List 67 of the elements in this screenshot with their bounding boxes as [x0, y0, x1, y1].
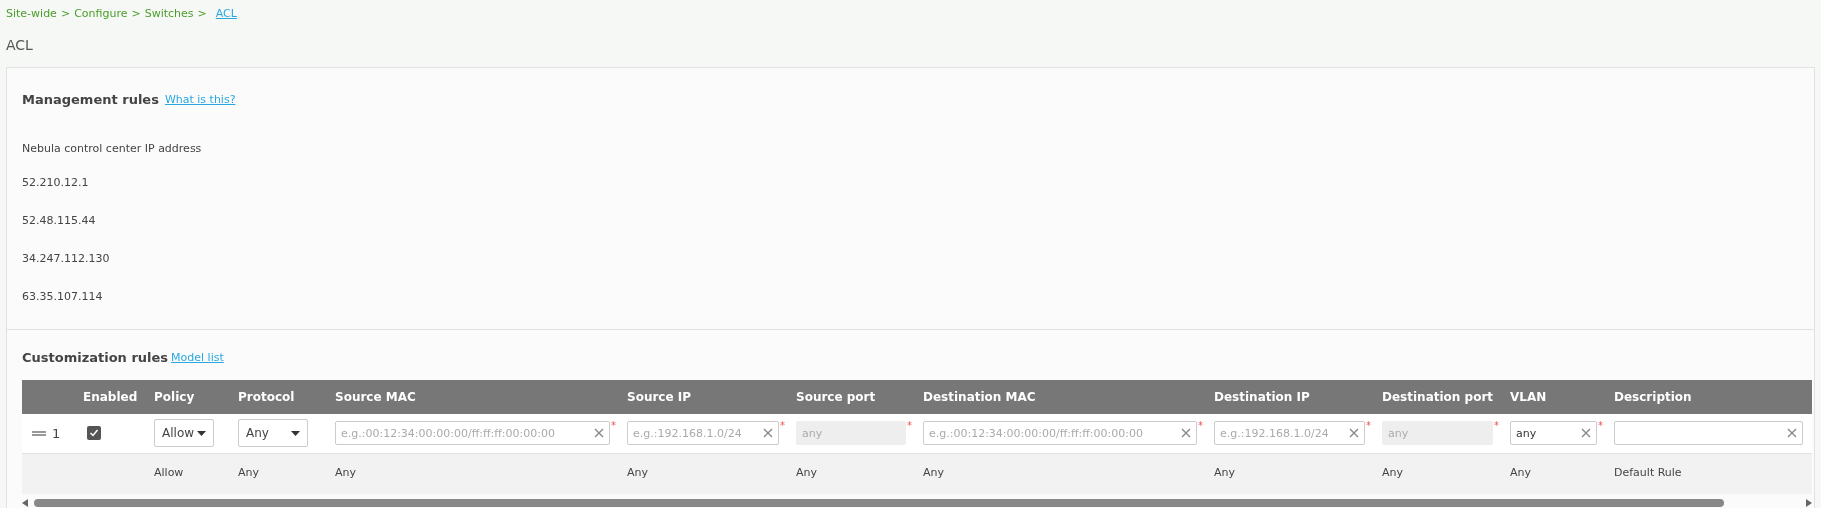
section-heading: Customization rules	[22, 349, 169, 367]
breadcrumb-item[interactable]: Configure	[74, 5, 128, 23]
table-cell-text: Any	[1213, 465, 1236, 482]
required-marker: *	[1598, 421, 1604, 431]
input-field[interactable]: e.g.:00:12:34:00:00:00/ff:ff:ff:00:00:00	[923, 421, 1197, 445]
clear-icon[interactable]	[1787, 428, 1797, 438]
column-header: Source IP	[626, 388, 693, 406]
column-header: Source port	[795, 388, 877, 406]
clear-icon[interactable]	[1349, 428, 1359, 438]
table-cell-text: Any	[626, 465, 649, 482]
clear-icon[interactable]	[1581, 428, 1591, 438]
required-marker: *	[1198, 421, 1204, 431]
table-cell-text: Any	[922, 465, 945, 482]
required-marker: *	[1366, 421, 1372, 431]
required-marker: *	[611, 421, 617, 431]
column-header: Destination port	[1381, 388, 1495, 406]
horizontal-scrollbar[interactable]	[34, 498, 1724, 507]
section-heading: Management rules	[22, 91, 159, 109]
table-cell-text: Any	[795, 465, 818, 482]
ip-address: 63.35.107.114	[22, 289, 104, 305]
input-field[interactable]: e.g.:00:12:34:00:00:00/ff:ff:ff:00:00:00	[335, 421, 610, 445]
drag-handle-icon[interactable]	[32, 430, 46, 436]
table-cell-text: Any	[1381, 465, 1404, 482]
breadcrumb-item[interactable]: Site-wide	[6, 5, 57, 23]
input-field[interactable]: e.g.:192.168.1.0/24	[627, 421, 779, 445]
caret-icon	[197, 430, 206, 436]
table-cell-text: Any	[1509, 465, 1532, 482]
field-label: Nebula control center IP address	[21, 140, 203, 157]
input-field[interactable]	[1614, 421, 1803, 445]
column-header: VLAN	[1509, 388, 1548, 406]
help-link[interactable]: What is this?	[164, 91, 236, 108]
table-cell-text: Allow	[153, 465, 185, 482]
caret-icon	[291, 430, 300, 436]
enabled-checkbox[interactable]	[87, 426, 101, 440]
table-cell-text: Any	[237, 465, 260, 482]
ip-address: 52.210.12.1	[22, 175, 90, 191]
required-marker: *	[1494, 421, 1500, 431]
column-header: Enabled	[82, 388, 139, 406]
column-header: Description	[1613, 388, 1693, 406]
model-list-link[interactable]: Model list	[171, 349, 224, 366]
required-marker: *	[780, 421, 786, 431]
page-title: ACL	[6, 36, 34, 54]
breadcrumb-link[interactable]: ACL	[215, 5, 237, 23]
column-header: Source MAC	[334, 388, 417, 406]
clear-icon[interactable]	[763, 428, 773, 438]
column-header: Destination IP	[1213, 388, 1311, 406]
required-marker: *	[907, 421, 913, 431]
input-field[interactable]: e.g.:192.168.1.0/24	[1214, 421, 1365, 445]
ip-address: 52.48.115.44	[22, 213, 97, 229]
column-header: Protocol	[237, 388, 296, 406]
column-header: Policy	[153, 388, 196, 406]
table-cell-text: Any	[334, 465, 357, 482]
row-number: 1	[52, 426, 61, 441]
ip-address: 34.247.112.130	[22, 251, 111, 267]
breadcrumb-item[interactable]: Switches	[144, 5, 194, 23]
clear-icon[interactable]	[594, 428, 604, 438]
dropdown[interactable]: Any	[238, 419, 308, 447]
scroll-right-icon[interactable]	[1806, 498, 1812, 507]
breadcrumb-separator: >	[60, 5, 71, 22]
clear-icon[interactable]	[1181, 428, 1191, 438]
input-field[interactable]: any	[1510, 421, 1597, 445]
column-header: Destination MAC	[922, 388, 1037, 406]
dropdown[interactable]: Allow	[154, 419, 214, 447]
table-cell-text: Default Rule	[1613, 465, 1683, 482]
breadcrumb-separator: >	[131, 5, 141, 22]
breadcrumb-separator: >	[197, 5, 207, 22]
scroll-left-icon[interactable]	[22, 498, 28, 507]
